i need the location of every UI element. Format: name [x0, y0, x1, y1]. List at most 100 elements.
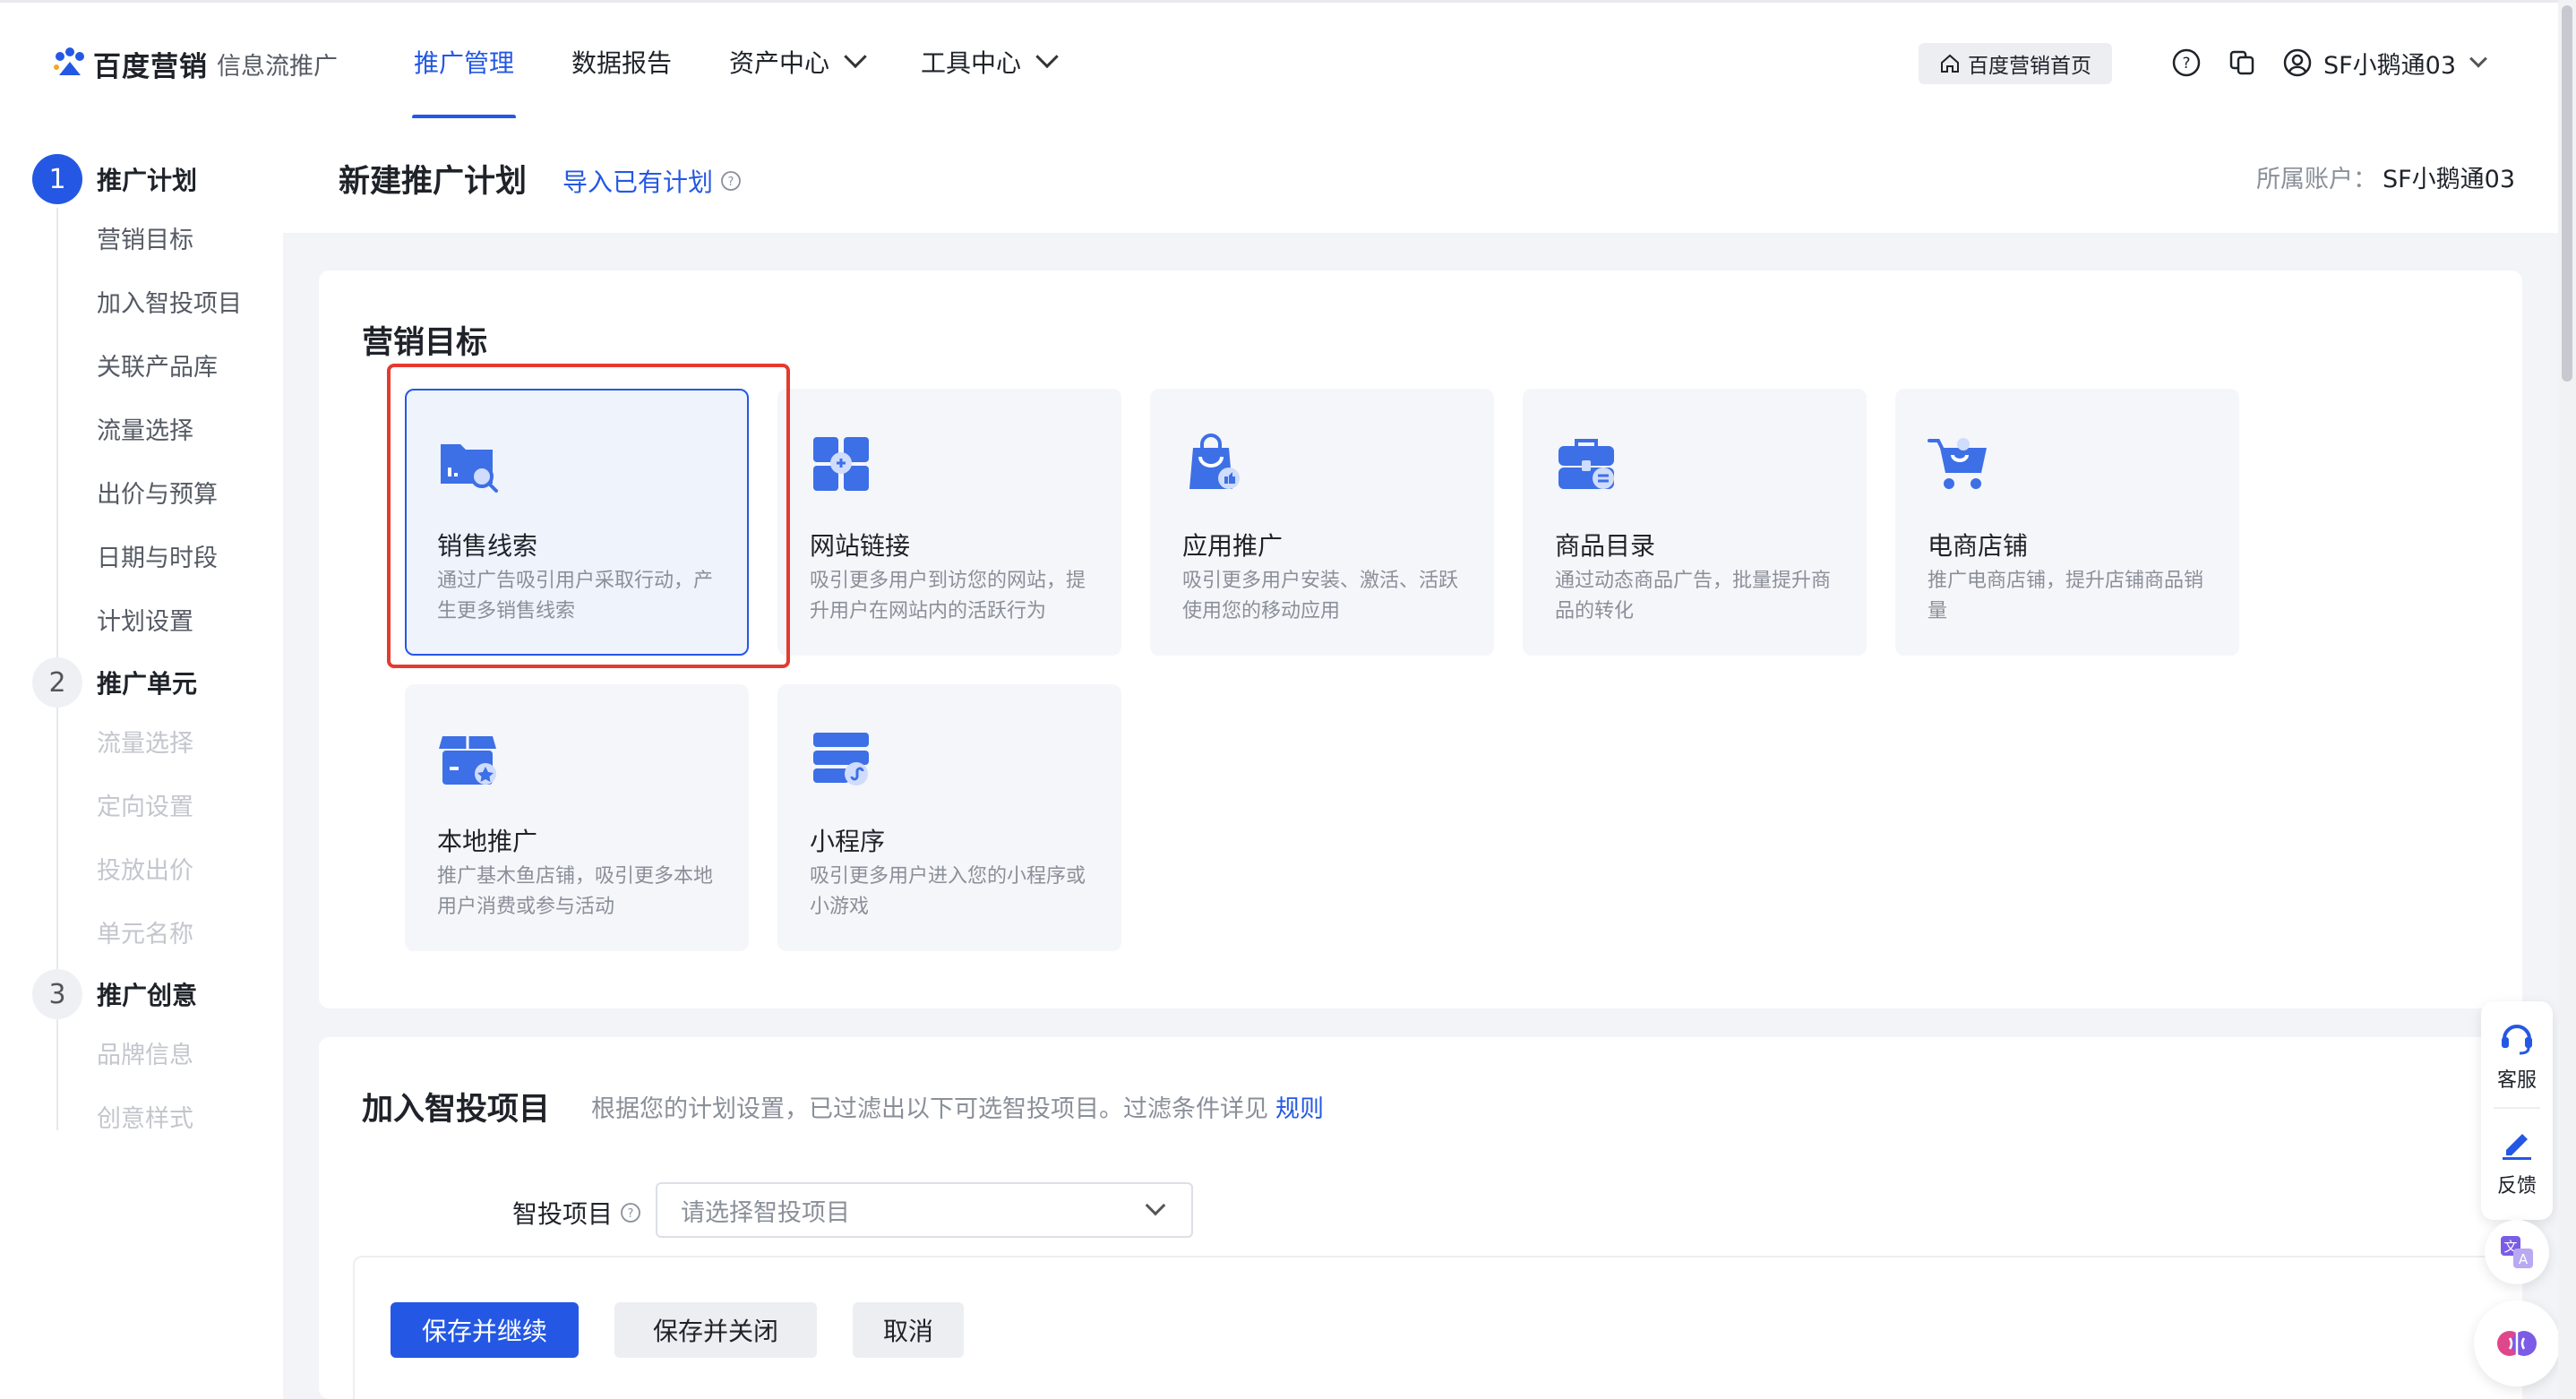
- goal-name: 电商店铺: [1928, 531, 2029, 561]
- nav-promotion-management[interactable]: 推广管理: [385, 3, 543, 121]
- goal-description: 吸引更多用户到访您的网站，提升用户在网站内的活跃行为: [810, 570, 1086, 622]
- cancel-button[interactable]: 取消: [853, 1302, 964, 1358]
- save-and-continue-button[interactable]: 保存并继续: [391, 1302, 579, 1358]
- step-item-product-library[interactable]: 关联产品库: [97, 348, 218, 382]
- help-icon[interactable]: ?: [620, 1202, 641, 1223]
- nav-data-report[interactable]: 数据报告: [543, 3, 700, 121]
- goal-option-mini-program[interactable]: 小程序 吸引更多用户进入您的小程序或小游戏: [777, 684, 1121, 951]
- help-icon[interactable]: ?: [720, 170, 742, 192]
- step-item-delivery-bid: 投放出价: [97, 857, 193, 885]
- svg-text:?: ?: [728, 176, 734, 189]
- page-scrollbar[interactable]: [2558, 0, 2576, 1399]
- goal-description: 推广电商店铺，提升店铺商品销量: [1928, 570, 2204, 622]
- step-title: 推广创意: [97, 981, 198, 1010]
- step-connector: [56, 711, 58, 1075]
- step-2-header[interactable]: 2 推广单元: [32, 657, 197, 708]
- customer-service-button[interactable]: 客服: [2481, 1017, 2553, 1093]
- account-label: 所属账户：: [2255, 166, 2377, 193]
- marketing-goal-card: 营销目标 销售线索 通过广告吸引用户采取行动，产生更多销售线索 网站链接 吸引更…: [319, 270, 2522, 1008]
- brand-logo[interactable]: 百度营销 信息流推广: [52, 44, 338, 83]
- account-name: SF小鹅通03: [2382, 166, 2515, 193]
- goal-option-sales-leads[interactable]: 销售线索 通过广告吸引用户采取行动，产生更多销售线索: [405, 389, 749, 656]
- goal-name: 本地推广: [437, 827, 538, 856]
- nav-label: 推广管理: [414, 48, 515, 78]
- chevron-down-icon: [844, 45, 867, 69]
- field-label-text: 智投项目: [512, 1199, 614, 1229]
- floating-tools-panel: 客服 反馈: [2481, 1001, 2553, 1220]
- page-header: 新建推广计划 导入已有计划 ? 所属账户： SF小鹅通03: [283, 118, 2558, 233]
- goal-option-local-promotion[interactable]: 本地推广 推广基木鱼店铺，吸引更多本地用户消费或参与活动: [405, 684, 749, 951]
- step-item-unit-name: 单元名称: [97, 921, 193, 948]
- ai-assistant-button[interactable]: [2474, 1300, 2560, 1386]
- scroll-thumb[interactable]: [2562, 5, 2572, 382]
- help-icon[interactable]: ?: [2171, 47, 2202, 78]
- briefcase-icon: [1558, 439, 1614, 489]
- step-item-smart-project[interactable]: 加入智投项目: [97, 284, 242, 319]
- chevron-down-icon: [1145, 1195, 1166, 1216]
- chevron-down-icon: [2469, 49, 2487, 68]
- edit-pen-icon: [2503, 1134, 2531, 1160]
- nav-label: 工具中心: [921, 48, 1022, 78]
- ai-brain-icon: [2497, 1331, 2537, 1356]
- save-and-close-button[interactable]: 保存并关闭: [614, 1302, 817, 1358]
- action-footer: 保存并继续 保存并关闭 取消: [353, 1256, 2522, 1399]
- step-3-header[interactable]: 3 推广创意: [32, 969, 197, 1019]
- marketing-home-button[interactable]: 百度营销首页: [1919, 43, 2112, 84]
- copy-icon[interactable]: [2227, 47, 2257, 78]
- rule-link[interactable]: 规则: [1275, 1095, 1324, 1123]
- step-connector: [56, 1023, 58, 1130]
- user-menu[interactable]: SF小鹅通03: [2282, 42, 2487, 83]
- section-title: 营销目标: [362, 325, 488, 361]
- goal-option-ecommerce-store[interactable]: 电商店铺 推广电商店铺，提升店铺商品销量: [1895, 389, 2239, 656]
- step-item-creative-style: 创意样式: [97, 1105, 193, 1133]
- import-existing-plan-link[interactable]: 导入已有计划 ?: [562, 163, 742, 199]
- goal-option-app-promotion[interactable]: 应用推广 吸引更多用户安装、激活、活跃使用您的移动应用: [1150, 389, 1494, 656]
- smart-project-select[interactable]: 请选择智投项目: [656, 1182, 1193, 1238]
- step-1-header[interactable]: 1 推广计划: [32, 154, 197, 204]
- step-item-bid-budget[interactable]: 出价与预算: [97, 475, 218, 510]
- headset-icon: [2502, 1025, 2532, 1055]
- goal-name: 应用推广: [1182, 531, 1284, 561]
- svg-text:?: ?: [628, 1207, 634, 1221]
- goal-name: 小程序: [810, 827, 886, 856]
- filter-note: 根据您的计划设置，已过滤出以下可选智投项目。过滤条件详见 规则: [591, 1089, 1324, 1124]
- step-item-brand-info: 品牌信息: [97, 1042, 193, 1069]
- feedback-button[interactable]: 反馈: [2481, 1123, 2553, 1198]
- translate-button[interactable]: 文A: [2485, 1220, 2549, 1284]
- chevron-down-icon: [1035, 45, 1059, 69]
- float-label: 反馈: [2496, 1175, 2537, 1197]
- nav-asset-center[interactable]: 资产中心: [700, 3, 892, 121]
- goal-name: 商品目录: [1555, 531, 1656, 561]
- shopping-cart-icon: [1928, 438, 1987, 489]
- mini-program-icon: [813, 733, 869, 785]
- goal-description: 吸引更多用户进入您的小程序或小游戏: [810, 865, 1086, 918]
- goal-description: 通过动态商品广告，批量提升商品的转化: [1555, 570, 1832, 622]
- steps-sidebar: 1 推广计划 营销目标 加入智投项目 关联产品库 流量选择 出价与预算 日期与时…: [0, 118, 283, 1399]
- brand-product: 信息流推广: [217, 52, 338, 81]
- goal-description: 推广基木鱼店铺，吸引更多本地用户消费或参与活动: [437, 865, 714, 918]
- page-title: 新建推广计划: [339, 164, 528, 200]
- step-item-unit-traffic: 流量选择: [97, 730, 193, 758]
- goal-option-product-catalog[interactable]: 商品目录 通过动态商品广告，批量提升商品的转化: [1523, 389, 1867, 656]
- main-nav: 推广管理 数据报告 资产中心 工具中心: [385, 3, 1084, 121]
- local-store-icon: [439, 736, 496, 785]
- account-info: 所属账户： SF小鹅通03: [2256, 159, 2515, 194]
- folder-search-icon: [441, 444, 498, 493]
- step-item-marketing-goal[interactable]: 营销目标: [97, 220, 193, 255]
- goal-option-website-link[interactable]: 网站链接 吸引更多用户到访您的网站，提升用户在网站内的活跃行为: [777, 389, 1121, 656]
- step-item-plan-settings[interactable]: 计划设置: [97, 602, 193, 637]
- baidu-paw-icon: [54, 47, 84, 75]
- nav-label: 数据报告: [571, 48, 673, 78]
- select-placeholder: 请选择智投项目: [681, 1198, 850, 1227]
- svg-text:A: A: [2519, 1251, 2529, 1267]
- filter-note-text: 根据您的计划设置，已过滤出以下可选智投项目。过滤条件详见: [591, 1095, 1268, 1123]
- step-number: 2: [32, 657, 82, 708]
- step-item-schedule[interactable]: 日期与时段: [97, 538, 218, 573]
- goal-name: 网站链接: [810, 531, 911, 561]
- home-button-label: 百度营销首页: [1968, 55, 2091, 78]
- goal-description: 通过广告吸引用户采取行动，产生更多销售线索: [437, 570, 714, 622]
- step-item-traffic[interactable]: 流量选择: [97, 411, 193, 446]
- import-link-label: 导入已有计划: [562, 167, 714, 197]
- step-title: 推广单元: [97, 669, 198, 699]
- nav-tool-center[interactable]: 工具中心: [892, 3, 1084, 121]
